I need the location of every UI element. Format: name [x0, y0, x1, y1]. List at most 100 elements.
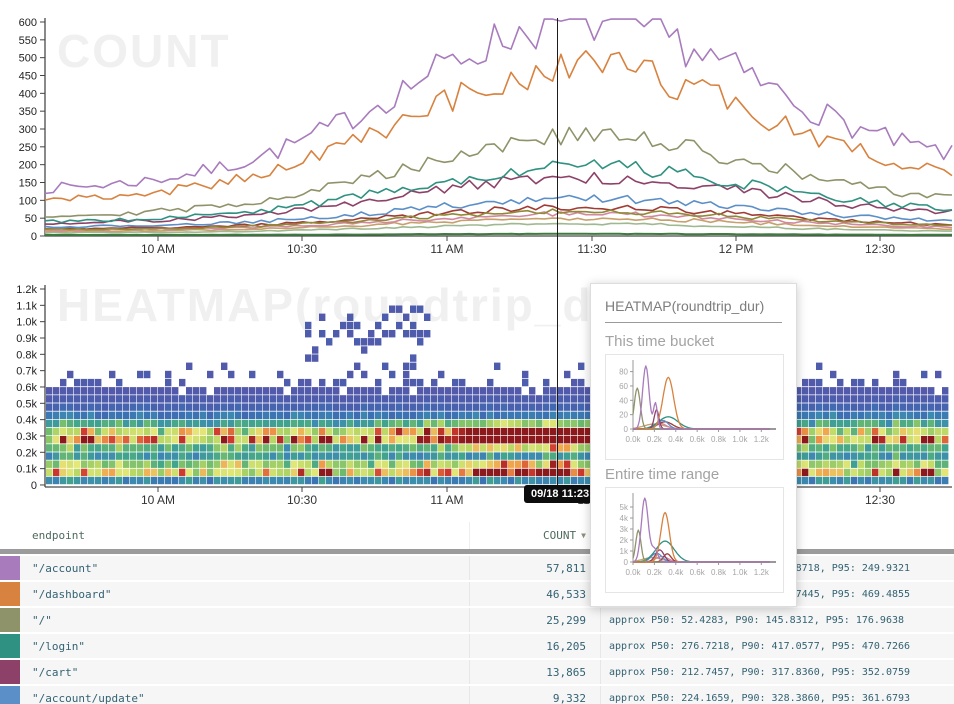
heatmap-y-tick-label: 0.8k	[16, 349, 37, 361]
count-y-tick-label: 300	[19, 124, 37, 136]
column-header-count[interactable]: COUNT ▼	[470, 522, 601, 549]
mini-y-tick-label: 40	[619, 396, 628, 405]
mini-x-tick-label: 0.8k	[711, 568, 727, 577]
count-y-tick-label: 150	[19, 178, 37, 190]
series-color-swatch	[0, 634, 20, 658]
table-row[interactable]: "/cart"13,865approx P50: 212.7457, P90: …	[0, 658, 954, 684]
table-row[interactable]: "/dashboard"46,533approx P50: 305.2161, …	[0, 580, 954, 606]
count-x-tick-label: 10:30	[287, 242, 317, 256]
count-cell: 46,533	[470, 582, 601, 606]
heatmap-x-tick-label: 10:30	[287, 493, 317, 507]
mini-y-tick-label: 60	[619, 382, 628, 391]
count-x-tick-label: 11 AM	[430, 242, 463, 256]
mini-series-line	[633, 541, 770, 562]
count-cell: 13,865	[470, 660, 601, 684]
count-cell: 25,299	[470, 608, 601, 632]
mini-y-tick-label: 0	[624, 558, 629, 567]
mini-x-tick-label: 0.2k	[647, 435, 663, 444]
heatmap-y-tick-label: 1.1k	[16, 300, 37, 312]
heatmap-y-tick-label: 0.1k	[16, 464, 37, 476]
sort-desc-icon: ▼	[581, 531, 586, 540]
percentiles-cell: approx P50: 52.4283, P90: 145.8312, P95:…	[601, 608, 954, 632]
count-y-tick-label: 600	[19, 17, 37, 29]
series-color-swatch	[0, 556, 20, 580]
tooltip-divider	[605, 322, 782, 323]
count-y-tick-label: 500	[19, 53, 37, 65]
heatmap-y-tick-label: 0.2k	[16, 447, 37, 459]
charts-canvas[interactable]: 60055050045040035030025020015010050010 A…	[0, 0, 954, 512]
mini-x-tick-label: 1.0k	[732, 435, 748, 444]
mini-y-tick-label: 80	[619, 368, 628, 377]
count-y-tick-label: 50	[25, 213, 37, 225]
mini-y-tick-label: 20	[619, 411, 628, 420]
crosshair-line	[557, 18, 558, 487]
mini-x-tick-label: 1.0k	[732, 568, 748, 577]
table-row[interactable]: "/login"16,205approx P50: 276.7218, P90:…	[0, 632, 954, 658]
count-x-tick-label: 12:30	[865, 242, 895, 256]
results-table: endpoint COUNT ▼ "/account"57,811approx …	[0, 514, 954, 704]
percentiles-cell: approx P50: 224.1659, P90: 328.3860, P95…	[601, 686, 954, 704]
count-y-tick-label: 350	[19, 106, 37, 118]
count-cell: 57,811	[470, 556, 601, 580]
endpoint-cell: "/"	[20, 608, 470, 632]
heatmap-cells	[46, 306, 948, 485]
count-cell: 16,205	[470, 634, 601, 658]
series-color-swatch	[0, 608, 20, 632]
count-y-tick-label: 400	[19, 88, 37, 100]
heatmap-y-tick-label: 0.6k	[16, 382, 37, 394]
percentiles-cell: approx P50: 276.7218, P90: 417.0577, P95…	[601, 634, 954, 658]
tooltip-section-label: Entire time range	[605, 466, 782, 483]
percentiles-cell: approx P50: 212.7457, P90: 317.8360, P95…	[601, 660, 954, 684]
query-results-view: COUNT HEATMAP(roundtrip_dur) 60055050045…	[0, 0, 954, 704]
endpoint-cell: "/cart"	[20, 660, 470, 684]
entire-time-range-chart: 5k4k3k2k1k00.0k0.2k0.4k0.6k0.8k1.0k1.2k	[605, 487, 784, 593]
mini-x-tick-label: 0.2k	[647, 568, 663, 577]
tooltip-section-label: This time bucket	[605, 333, 782, 350]
count-y-tick-label: 450	[19, 71, 37, 83]
heatmap-y-tick-label: 1.0k	[16, 317, 37, 329]
mini-x-tick-label: 1.2k	[754, 435, 770, 444]
column-header-endpoint[interactable]: endpoint	[20, 522, 470, 549]
mini-x-tick-label: 0.4k	[668, 568, 684, 577]
series-color-swatch	[0, 582, 20, 606]
heatmap-y-tick-label: 1.2k	[16, 284, 37, 296]
table-row[interactable]: "/account"57,811approx P50: 131.4289, P9…	[0, 554, 954, 580]
mini-x-tick-label: 0.0k	[625, 435, 641, 444]
endpoint-cell: "/account/update"	[20, 686, 470, 704]
heatmap-y-tick-label: 0.5k	[16, 398, 37, 410]
mini-x-tick-label: 0.0k	[625, 568, 641, 577]
mini-y-tick-label: 3k	[620, 525, 629, 534]
count-y-tick-label: 550	[19, 35, 37, 47]
mini-x-tick-label: 0.4k	[668, 435, 684, 444]
mini-x-tick-label: 1.2k	[754, 568, 770, 577]
mini-x-tick-label: 0.6k	[690, 435, 706, 444]
count-y-tick-label: 0	[31, 231, 37, 243]
mini-y-tick-label: 1k	[620, 547, 629, 556]
heatmap-y-tick-label: 0.9k	[16, 333, 37, 345]
mini-y-tick-label: 0	[624, 425, 629, 434]
crosshair-timestamp: 09/18 11:23	[524, 485, 596, 503]
count-x-tick-label: 10 AM	[141, 242, 175, 256]
heatmap-tooltip: HEATMAP(roundtrip_dur) This time bucket …	[590, 283, 797, 607]
mini-y-tick-label: 4k	[620, 514, 629, 523]
count-series-line	[45, 234, 952, 235]
mini-y-tick-label: 2k	[620, 536, 629, 545]
heatmap-y-tick-label: 0	[31, 480, 37, 492]
endpoint-cell: "/account"	[20, 556, 470, 580]
count-y-tick-label: 100	[19, 195, 37, 207]
count-x-tick-label: 11:30	[577, 242, 606, 256]
heatmap-y-tick-label: 0.3k	[16, 431, 37, 443]
count-y-tick-label: 200	[19, 160, 37, 172]
table-row[interactable]: "/account/update"9,332approx P50: 224.16…	[0, 684, 954, 704]
heatmap-y-tick-label: 0.4k	[16, 415, 37, 427]
table-header-row: endpoint COUNT ▼	[0, 522, 954, 549]
series-color-swatch	[0, 686, 20, 704]
this-time-bucket-chart: 80 60 40 20 00.0k 0.2k 0.4k 0.6k 0.8k 1.0k 1.2k	[605, 354, 784, 460]
count-series-line	[45, 19, 952, 193]
table-row[interactable]: "/"25,299approx P50: 52.4283, P90: 145.8…	[0, 606, 954, 632]
mini-x-tick-label: 0.8k	[711, 435, 727, 444]
mini-x-tick-label: 0.6k	[690, 568, 706, 577]
heatmap-y-tick-label: 0.7k	[16, 366, 37, 378]
heatmap-x-tick-label: 10 AM	[141, 493, 175, 507]
count-y-tick-label: 250	[19, 142, 37, 154]
